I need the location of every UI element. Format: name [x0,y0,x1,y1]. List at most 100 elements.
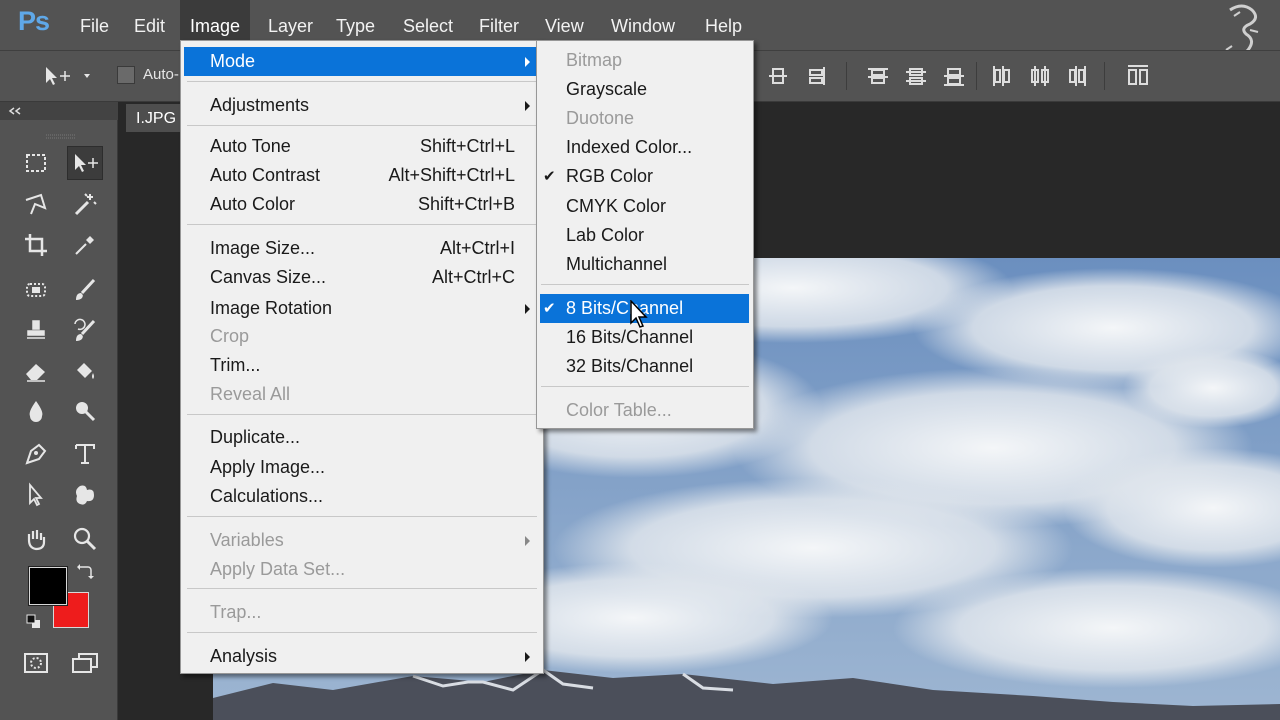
menu-separator [187,414,537,415]
distribute-left-icon[interactable] [990,64,1014,88]
menu-item-apply-image[interactable]: Apply Image... [181,453,543,482]
menu-item-label: Auto Contrast [210,165,321,185]
menu-item-reveal-all: Reveal All [181,380,543,409]
pen-tool-icon[interactable] [18,437,54,471]
move-tool-preset-icon[interactable] [42,64,90,92]
mode-bitmap: Bitmap [537,46,753,75]
crop-tool-icon[interactable] [18,228,54,262]
mode-multichannel[interactable]: Multichannel [537,250,753,279]
menu-item-label: Canvas Size... [210,267,327,287]
default-colors-icon[interactable] [26,614,42,634]
distribute-right-icon[interactable] [1065,64,1089,88]
menu-item-label: Indexed Color... [566,137,693,157]
menu-item-auto-contrast[interactable]: Auto Contrast Alt+Shift+Ctrl+L [181,161,543,190]
type-tool-icon[interactable] [67,437,103,471]
mode-grayscale[interactable]: Grayscale [537,75,753,104]
menu-item-shortcut: Alt+Shift+Ctrl+L [388,165,515,185]
distribute-top-icon[interactable] [866,64,890,88]
clone-stamp-tool-icon[interactable] [18,314,54,348]
quick-mask-icon[interactable] [18,646,54,680]
menu-item-calculations[interactable]: Calculations... [181,482,543,511]
menu-item-label: Apply Data Set... [210,559,346,579]
foreground-color-swatch[interactable] [28,566,68,606]
lasso-tool-icon[interactable] [18,188,54,222]
mode-cmyk-color[interactable]: CMYK Color [537,192,753,221]
menu-item-trim[interactable]: Trim... [181,351,543,380]
hand-tool-icon[interactable] [18,522,54,556]
menu-item-analysis[interactable]: Analysis [181,642,543,671]
menu-item-shortcut: Alt+Ctrl+C [431,267,515,287]
checkmark-icon: ✔ [543,168,556,185]
mode-indexed-color[interactable]: Indexed Color... [537,133,753,162]
menu-item-label: Duplicate... [210,427,301,447]
mouse-cursor-icon [630,299,650,334]
history-brush-tool-icon[interactable] [67,314,103,348]
auto-align-layers-icon[interactable] [1126,64,1150,88]
menu-separator [187,588,537,589]
brush-tool-icon[interactable] [67,273,103,307]
menu-item-image-rotation[interactable]: Image Rotation [181,294,543,323]
menu-item-shortcut: Shift+Ctrl+L [419,136,515,156]
rectangular-marquee-tool-icon[interactable] [18,146,54,180]
submenu-arrow-icon [525,101,530,111]
menu-file[interactable]: File [70,0,119,50]
menu-item-label: Multichannel [566,254,668,274]
options-divider [1104,62,1105,90]
menu-item-label: Reveal All [210,384,291,404]
panel-grip-icon[interactable] [46,125,76,139]
menu-item-label: 32 Bits/Channel [566,356,694,376]
swap-colors-icon[interactable] [76,563,94,585]
mode-32-bits-channel[interactable]: 32 Bits/Channel [537,352,753,381]
zoom-tool-icon[interactable] [67,522,103,556]
menu-item-shortcut: Shift+Ctrl+B [417,194,515,214]
menu-item-duplicate[interactable]: Duplicate... [181,423,543,452]
menu-item-canvas-size[interactable]: Canvas Size... Alt+Ctrl+C [181,263,543,292]
menu-item-label: Adjustments [210,95,310,115]
menu-item-apply-data-set: Apply Data Set... [181,555,543,584]
menu-separator [541,386,749,387]
menu-item-label: Image Size... [210,238,316,258]
menu-item-image-size[interactable]: Image Size... Alt+Ctrl+I [181,234,543,263]
mode-lab-color[interactable]: Lab Color [537,221,753,250]
menu-separator [187,81,537,82]
auto-select-checkbox[interactable] [117,66,135,84]
spot-healing-brush-tool-icon[interactable] [18,273,54,307]
magic-wand-tool-icon[interactable] [67,188,103,222]
eraser-tool-icon[interactable] [18,354,54,388]
menu-item-label: Calculations... [210,486,324,506]
menu-item-crop: Crop [181,322,543,351]
options-divider [976,62,977,90]
menu-item-label: CMYK Color [566,196,667,216]
dodge-tool-icon[interactable] [67,394,103,428]
menu-item-label: RGB Color [566,166,654,186]
paint-bucket-tool-icon[interactable] [67,354,103,388]
menu-item-trap: Trap... [181,598,543,627]
document-tab[interactable]: I.JPG [126,104,186,132]
menu-item-label: Image Rotation [210,298,333,318]
menu-edit[interactable]: Edit [124,0,175,50]
menu-item-auto-color[interactable]: Auto Color Shift+Ctrl+B [181,190,543,219]
distribute-vertical-centers-icon[interactable] [904,64,928,88]
menu-item-adjustments[interactable]: Adjustments [181,91,543,120]
submenu-arrow-icon [525,57,530,67]
checkmark-icon: ✔ [543,300,556,317]
menu-item-mode[interactable]: Mode [184,47,540,76]
menu-item-label: Grayscale [566,79,648,99]
eyedropper-tool-icon[interactable] [67,228,103,262]
blur-tool-icon[interactable] [18,394,54,428]
align-vertical-centers-icon[interactable] [766,64,790,88]
menu-item-label: Analysis [210,646,278,666]
photoshop-logo: Ps [18,6,50,36]
distribute-horizontal-centers-icon[interactable] [1028,64,1052,88]
mode-rgb-color[interactable]: ✔ RGB Color [537,162,753,191]
custom-shape-tool-icon[interactable] [67,478,103,512]
path-selection-tool-icon[interactable] [18,478,54,512]
submenu-arrow-icon [525,304,530,314]
menu-item-auto-tone[interactable]: Auto Tone Shift+Ctrl+L [181,132,543,161]
screen-mode-icon[interactable] [67,646,103,680]
distribute-bottom-icon[interactable] [942,64,966,88]
menu-item-label: 8 Bits/Channel [566,298,684,318]
tools-panel-header[interactable] [0,102,118,120]
move-tool-icon[interactable] [67,146,103,180]
align-bottom-edges-icon[interactable] [804,64,828,88]
